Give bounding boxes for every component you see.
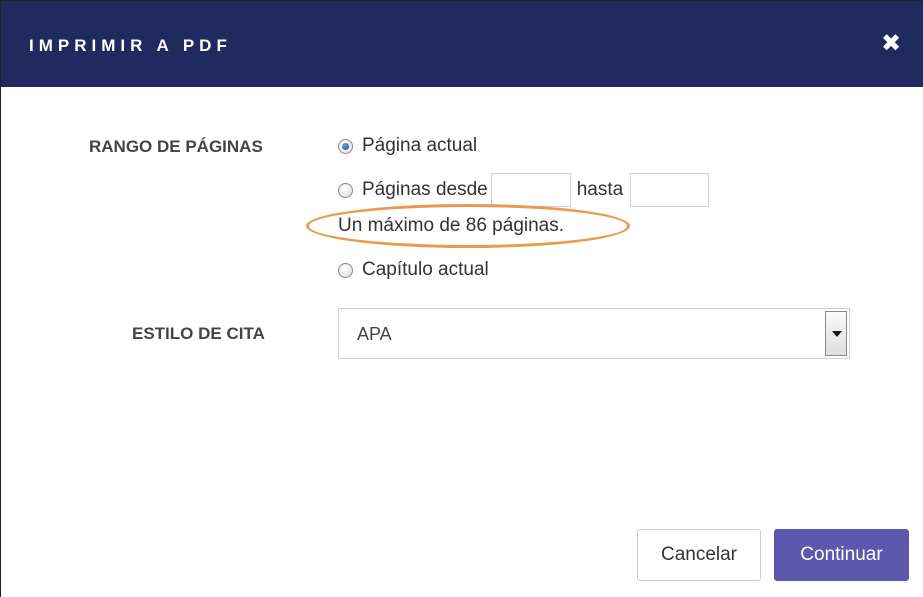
close-icon[interactable]: ✖ [879, 30, 903, 58]
radio-current-chapter[interactable]: Capítulo actual [338, 259, 489, 281]
max-pages-hint: Un máximo de 86 páginas. [338, 215, 565, 236]
citation-style-value: APA [357, 324, 392, 344]
page-from-input[interactable] [490, 173, 571, 207]
chevron-down-icon[interactable] [825, 311, 847, 356]
radio-current-chapter-label: Capítulo actual [362, 259, 489, 280]
page-range-label: RANGO DE PÁGINAS [89, 137, 263, 156]
citation-style-select[interactable]: APA [338, 308, 850, 359]
page-to-input[interactable] [630, 173, 710, 207]
dialog-title: IMPRIMIR A PDF [29, 36, 232, 55]
radio-page-range-button[interactable] [338, 182, 353, 198]
radio-page-range[interactable]: Páginas desde hasta [338, 173, 710, 207]
radio-page-range-label: Páginas desde [362, 179, 488, 200]
dialog-titlebar: IMPRIMIR A PDF ✖ [1, 1, 923, 87]
radio-current-chapter-button[interactable] [338, 262, 353, 278]
radio-current-page[interactable]: Página actual [338, 135, 477, 157]
continue-button[interactable]: Continuar [774, 529, 909, 581]
cancel-button[interactable]: Cancelar [637, 529, 761, 581]
print-to-pdf-dialog: IMPRIMIR A PDF ✖ RANGO DE PÁGINAS Página… [0, 0, 923, 597]
radio-current-page-button[interactable] [338, 138, 353, 154]
citation-style-label: ESTILO DE CITA [132, 324, 265, 343]
radio-current-page-label: Página actual [362, 135, 478, 156]
page-to-label: hasta [576, 179, 624, 200]
